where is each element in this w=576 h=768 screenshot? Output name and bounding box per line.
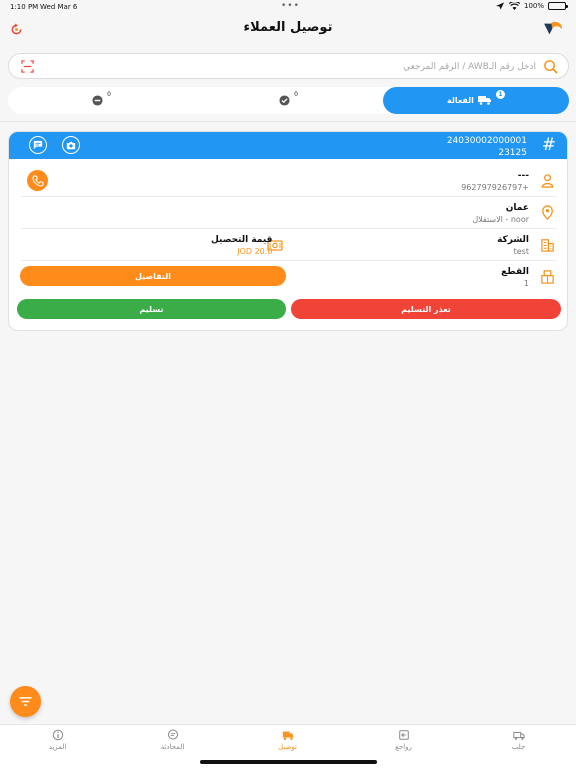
nav-more[interactable]: المزيد xyxy=(0,729,115,751)
filter-fab[interactable] xyxy=(10,686,41,717)
shipment-card-header: 24030002000001 23125 # xyxy=(9,132,567,159)
camera-icon xyxy=(66,141,76,149)
home-indicator[interactable] xyxy=(200,760,377,764)
tab-count-badge: 1 xyxy=(495,89,505,99)
search-bar xyxy=(8,53,569,79)
status-right: 100% xyxy=(495,2,568,10)
page-title: توصيل العملاء xyxy=(243,20,333,35)
status-time: 1:10 PM xyxy=(10,3,39,11)
filter-lines-icon xyxy=(19,697,32,706)
address-row: عمان الاستقلال - noor xyxy=(21,197,557,229)
battery-percent: 100% xyxy=(523,2,544,10)
cod-value: JOD 20.0 xyxy=(237,247,273,256)
chat-icon xyxy=(167,729,178,740)
deliver-button[interactable]: تسليم xyxy=(17,299,286,319)
building-icon xyxy=(541,239,554,252)
packages-icon xyxy=(541,270,554,284)
details-button[interactable]: التفاصيل xyxy=(20,266,286,286)
shipment-card[interactable]: 24030002000001 23125 # --- 962797926797+… xyxy=(8,131,568,331)
customer-row: --- 962797926797+ xyxy=(21,165,557,197)
multitasking-dots-icon[interactable]: ••• xyxy=(281,1,300,11)
reference-number: 23125 xyxy=(498,148,527,158)
bottom-nav: جلب رواجع توصيل المحادثة المزيد xyxy=(0,724,576,768)
call-button[interactable] xyxy=(27,170,48,191)
address-info: عمان الاستقلال - noor xyxy=(472,202,529,226)
user-icon xyxy=(541,174,554,188)
cod-label: قيمة التحصيل xyxy=(211,235,273,245)
customer-info: --- 962797926797+ xyxy=(461,170,529,194)
awb-search-input[interactable] xyxy=(56,58,536,76)
status-tabs: الفعالة 1 0 0 xyxy=(8,87,569,114)
pieces-label: القطع xyxy=(501,267,529,277)
barcode-scan-icon[interactable] xyxy=(21,60,34,73)
message-icon xyxy=(33,140,43,150)
shipment-numbers: 24030002000001 23125 xyxy=(447,135,527,159)
more-icon xyxy=(52,729,63,741)
check-circle-icon xyxy=(279,95,290,106)
nav-chat[interactable]: المحادثة xyxy=(115,729,230,751)
nav-label: المزيد xyxy=(48,743,67,751)
nav-pickup[interactable]: جلب xyxy=(461,729,576,751)
divider xyxy=(0,121,576,122)
nav-label: رواجع xyxy=(395,743,412,751)
company-value: test xyxy=(513,247,529,256)
status-date: Wed Mar 6 xyxy=(40,3,78,11)
nav-label: توصيل xyxy=(278,743,297,751)
app-header: توصيل العملاء xyxy=(0,14,576,44)
location-icon xyxy=(495,2,505,10)
tab-delivered[interactable]: 0 xyxy=(195,87,382,114)
tab-cancelled[interactable]: 0 xyxy=(8,87,195,114)
city: عمان xyxy=(505,203,529,213)
tab-label: الفعالة xyxy=(447,95,474,105)
truck-icon xyxy=(477,96,491,105)
tab-active-shipments[interactable]: الفعالة 1 xyxy=(383,87,569,114)
company-row: الشركة test قيمة التحصيل JOD 20.0 xyxy=(21,229,557,261)
tab-count-badge: 0 xyxy=(294,91,298,98)
customer-name: --- xyxy=(517,171,529,181)
cod-info: قيمة التحصيل JOD 20.0 xyxy=(211,234,272,258)
map-pin-icon xyxy=(542,205,553,220)
nav-returns[interactable]: رواجع xyxy=(346,729,461,751)
pickup-icon xyxy=(512,731,525,740)
nav-label: جلب xyxy=(511,743,526,751)
chat-button[interactable] xyxy=(29,136,47,154)
wifi-icon xyxy=(508,2,520,10)
company-info: الشركة test xyxy=(497,234,529,258)
area: الاستقلال - noor xyxy=(472,215,529,224)
search-icon[interactable] xyxy=(543,59,558,74)
nav-delivery[interactable]: توصيل xyxy=(230,729,345,751)
tab-count-badge: 0 xyxy=(107,91,111,98)
camera-button[interactable] xyxy=(62,136,80,154)
status-bar: 1:10 PM Wed Mar 6 ••• 100% xyxy=(0,0,576,14)
pieces-value: 1 xyxy=(523,279,529,288)
customer-phone: 962797926797+ xyxy=(461,183,529,192)
pieces-info: القطع 1 xyxy=(501,266,529,290)
returns-icon xyxy=(398,730,409,740)
app-logo-icon xyxy=(544,21,562,35)
delivery-failed-button[interactable]: تعذر التسليم xyxy=(291,299,561,319)
hash-icon: # xyxy=(541,135,556,155)
awb-number: 24030002000001 xyxy=(446,136,527,146)
delivery-icon xyxy=(282,731,293,741)
nav-label: المحادثة xyxy=(160,743,185,751)
company-label: الشركة xyxy=(497,235,529,245)
phone-icon xyxy=(31,174,44,187)
battery-icon xyxy=(548,2,568,10)
minus-circle-icon xyxy=(92,95,103,106)
